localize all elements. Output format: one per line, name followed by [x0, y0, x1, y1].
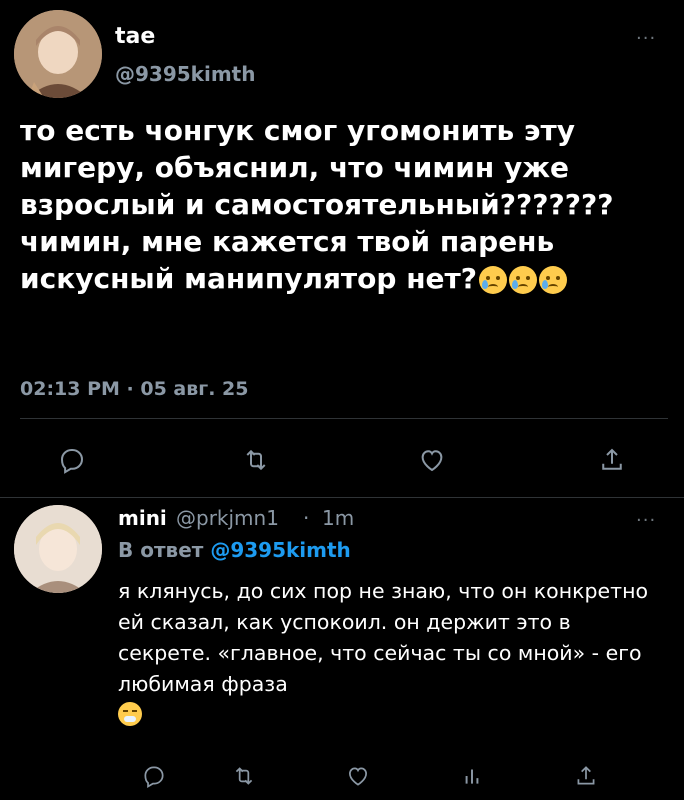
tweet-text: то есть чонгук смог угомонить эту мигеру…: [20, 112, 670, 299]
crying-face-icon: [539, 265, 567, 294]
sneezing-face-icon: [118, 702, 142, 726]
more-options-icon[interactable]: ···: [636, 510, 656, 531]
author-avatar[interactable]: [14, 10, 102, 98]
share-icon[interactable]: [592, 440, 632, 480]
author-name[interactable]: tae: [115, 24, 155, 49]
reply-text-body: я клянусь, до сих пор не знаю, что он ко…: [118, 579, 649, 696]
retweet-icon[interactable]: [236, 440, 276, 480]
reply-author-handle[interactable]: @prkjmn1: [176, 506, 279, 530]
divider: [20, 418, 668, 419]
share-icon[interactable]: [568, 758, 604, 794]
reply-to-label: В ответ: [118, 538, 204, 562]
reply-icon[interactable]: [136, 758, 172, 794]
reply-separator: ·: [303, 506, 310, 530]
divider: [0, 497, 684, 498]
reply-to-line: В ответ @9395kimth: [118, 538, 351, 562]
more-options-icon[interactable]: ···: [636, 28, 656, 49]
like-icon[interactable]: [340, 758, 376, 794]
reply-time[interactable]: 1m: [322, 506, 354, 530]
crying-face-icon: [479, 265, 507, 294]
retweet-icon[interactable]: [226, 758, 262, 794]
reply-author-avatar[interactable]: [14, 505, 102, 593]
tweet-timestamp[interactable]: 02:13 PM · 05 авг. 25: [20, 378, 248, 400]
main-tweet: tae @9395kimth ··· то есть чонгук смог у…: [0, 0, 684, 497]
reply-text: я клянусь, до сих пор не знаю, что он ко…: [118, 576, 666, 731]
reply-author-name[interactable]: mini: [118, 506, 167, 530]
author-handle[interactable]: @9395kimth: [115, 62, 255, 86]
reply-to-handle[interactable]: @9395kimth: [210, 538, 350, 562]
analytics-icon[interactable]: [454, 758, 490, 794]
reply-icon[interactable]: [52, 440, 92, 480]
crying-face-emojis: [477, 262, 567, 299]
crying-face-icon: [509, 265, 537, 294]
like-icon[interactable]: [412, 440, 452, 480]
